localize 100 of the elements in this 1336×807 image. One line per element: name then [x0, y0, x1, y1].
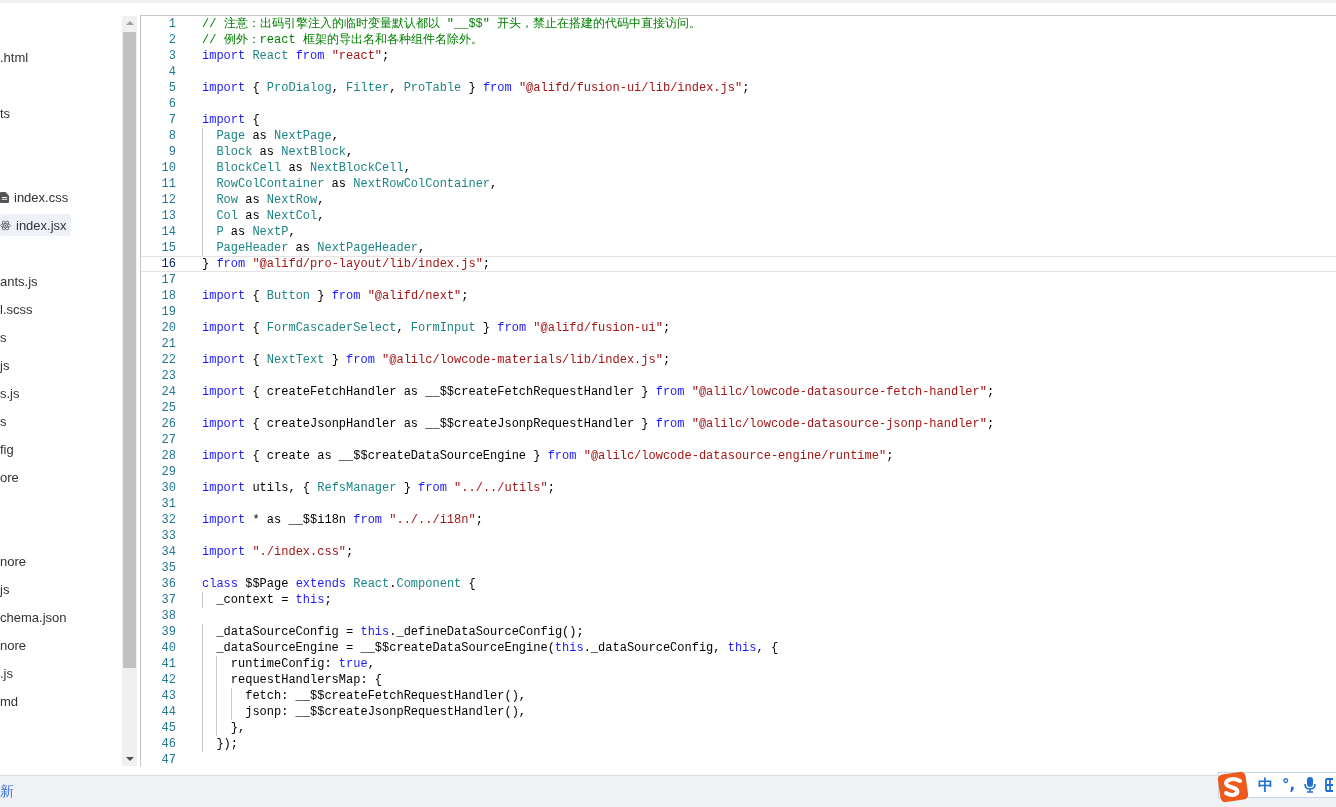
file-item[interactable]: fig: [0, 438, 18, 460]
line-number: 13: [160, 209, 176, 223]
code-line: BlockCell as NextBlockCell,: [202, 160, 411, 176]
code-line: import React from "react";: [202, 48, 390, 64]
code-line: requestHandlersMap: {: [202, 672, 383, 688]
file-item[interactable]: nore: [0, 550, 31, 572]
line-number: 33: [160, 529, 176, 543]
code-line: fetch: __$$createFetchRequestHandler(),: [202, 688, 527, 704]
file-item[interactable]: index.jsx: [0, 214, 71, 236]
line-number: 6: [167, 97, 176, 111]
code-line: import {: [202, 112, 260, 128]
file-item[interactable]: ts: [0, 102, 15, 124]
code-line: import { Button } from "@alifd/next";: [202, 288, 469, 304]
line-number: 2: [167, 33, 176, 47]
line-number: 23: [160, 369, 176, 383]
line-number: 17: [160, 273, 176, 287]
line-number: 38: [160, 609, 176, 623]
code-line: Col as NextCol,: [202, 208, 325, 224]
line-number: 21: [160, 337, 176, 351]
code-line: class $$Page extends React.Component {: [202, 576, 476, 592]
code-line: } from "@alifd/pro-layout/lib/index.js";: [202, 256, 491, 272]
code-line: import "./index.css";: [202, 544, 354, 560]
code-line: _context = this;: [202, 592, 332, 608]
code-line: _dataSourceConfig = this._defineDataSourceConfig();: [202, 624, 584, 640]
file-item[interactable]: nore: [0, 634, 31, 656]
code-line: import { create as __$$createDataSourceEngine } from "@alilc/lowcode-datasource-engine/runtime";: [202, 448, 894, 464]
code-line: });: [202, 736, 238, 752]
line-number: 12: [160, 193, 176, 207]
line-number: 26: [160, 417, 176, 431]
line-number: 40: [160, 641, 176, 655]
code-line: Row as NextRow,: [202, 192, 325, 208]
file-item[interactable]: chema.json: [0, 606, 71, 628]
line-number: 25: [160, 401, 176, 415]
code-line: RowColContainer as NextRowColContainer,: [202, 176, 498, 192]
code-line: import utils, { RefsManager } from "../../utils";: [202, 480, 555, 496]
line-number: 9: [167, 145, 176, 159]
line-number: 15: [160, 241, 176, 255]
line-number: 43: [160, 689, 176, 703]
file-item[interactable]: .js: [0, 662, 17, 684]
line-number: 4: [167, 65, 176, 79]
code-line: Page as NextPage,: [202, 128, 339, 144]
line-number: 18: [160, 289, 176, 303]
line-number: 3: [167, 49, 176, 63]
code-line: import { createFetchHandler as __$$createFetchRequestHandler } from "@alilc/lowcode-datasource-fetch-handler";: [202, 384, 995, 400]
line-number: 16: [160, 257, 176, 271]
line-number: 10: [160, 161, 176, 175]
line-number: 27: [160, 433, 176, 447]
ime-button[interactable]: 中: [1258, 775, 1273, 795]
file-item[interactable]: l.scss: [0, 298, 37, 320]
line-number: 14: [160, 225, 176, 239]
file-item[interactable]: s: [0, 326, 11, 348]
code-line: import { createJsonpHandler as __$$createJsonpRequestHandler } from "@alilc/lowcode-datasource-jsonp-handler";: [202, 416, 995, 432]
line-number: 31: [160, 497, 176, 511]
line-number: 36: [160, 577, 176, 591]
file-item[interactable]: ants.js: [0, 270, 42, 292]
file-item[interactable]: js: [0, 354, 14, 376]
file-item[interactable]: md: [0, 690, 23, 712]
code-line: // 注意：出码引擎注入的临时变量默认都以 "__$$" 开头，禁止在搭建的代码中直接访问。: [202, 16, 702, 32]
code-line: Block as NextBlock,: [202, 144, 354, 160]
line-number: 8: [167, 129, 176, 143]
line-number: 46: [160, 737, 176, 751]
code-line: // 例外：react 框架的导出名和各种组件名除外。: [202, 32, 483, 48]
code-line: P as NextP,: [202, 224, 296, 240]
code-line: _dataSourceEngine = __$$createDataSourceEngine(this._dataSourceConfig, this, {: [202, 640, 779, 656]
code-line: import { NextText } from "@alilc/lowcode-materials/lib/index.js";: [202, 352, 671, 368]
line-number: 28: [160, 449, 176, 463]
line-number: 24: [160, 385, 176, 399]
line-number: 34: [160, 545, 176, 559]
line-number: 47: [160, 753, 176, 767]
code-line: import { FormCascaderSelect, FormInput } from "@alifd/fusion-ui";: [202, 320, 671, 336]
line-number: 44: [160, 705, 176, 719]
line-number: 45: [160, 721, 176, 735]
line-number: 7: [167, 113, 176, 127]
file-item[interactable]: index.css: [0, 186, 73, 208]
ime-button[interactable]: °,: [1282, 776, 1296, 794]
line-number: 11: [160, 177, 176, 191]
file-item[interactable]: js: [0, 578, 14, 600]
line-number: 39: [160, 625, 176, 639]
line-number: 5: [167, 81, 176, 95]
code-line: jsonp: __$$createJsonpRequestHandler(),: [202, 704, 527, 720]
file-item[interactable]: .html: [0, 46, 33, 68]
code-line: PageHeader as NextPageHeader,: [202, 240, 426, 256]
code-line: import { ProDialog, Filter, ProTable } from "@alifd/fusion-ui/lib/index.js";: [202, 80, 750, 96]
line-number: 37: [160, 593, 176, 607]
line-number: 30: [160, 481, 176, 495]
line-number: 1: [167, 17, 176, 31]
line-number: 22: [160, 353, 176, 367]
code-line: import * as __$$i18n from "../../i18n";: [202, 512, 483, 528]
line-number: 19: [160, 305, 176, 319]
file-item[interactable]: ore: [0, 466, 23, 488]
line-number: 35: [160, 561, 176, 575]
file-item[interactable]: s: [0, 410, 11, 432]
line-number: 29: [160, 465, 176, 479]
line-number: 32: [160, 513, 176, 527]
line-number: 41: [160, 657, 176, 671]
line-number: 42: [160, 673, 176, 687]
status-text[interactable]: 新: [0, 783, 14, 801]
file-item[interactable]: s.js: [0, 382, 24, 404]
line-number: 20: [160, 321, 176, 335]
code-line: },: [202, 720, 246, 736]
